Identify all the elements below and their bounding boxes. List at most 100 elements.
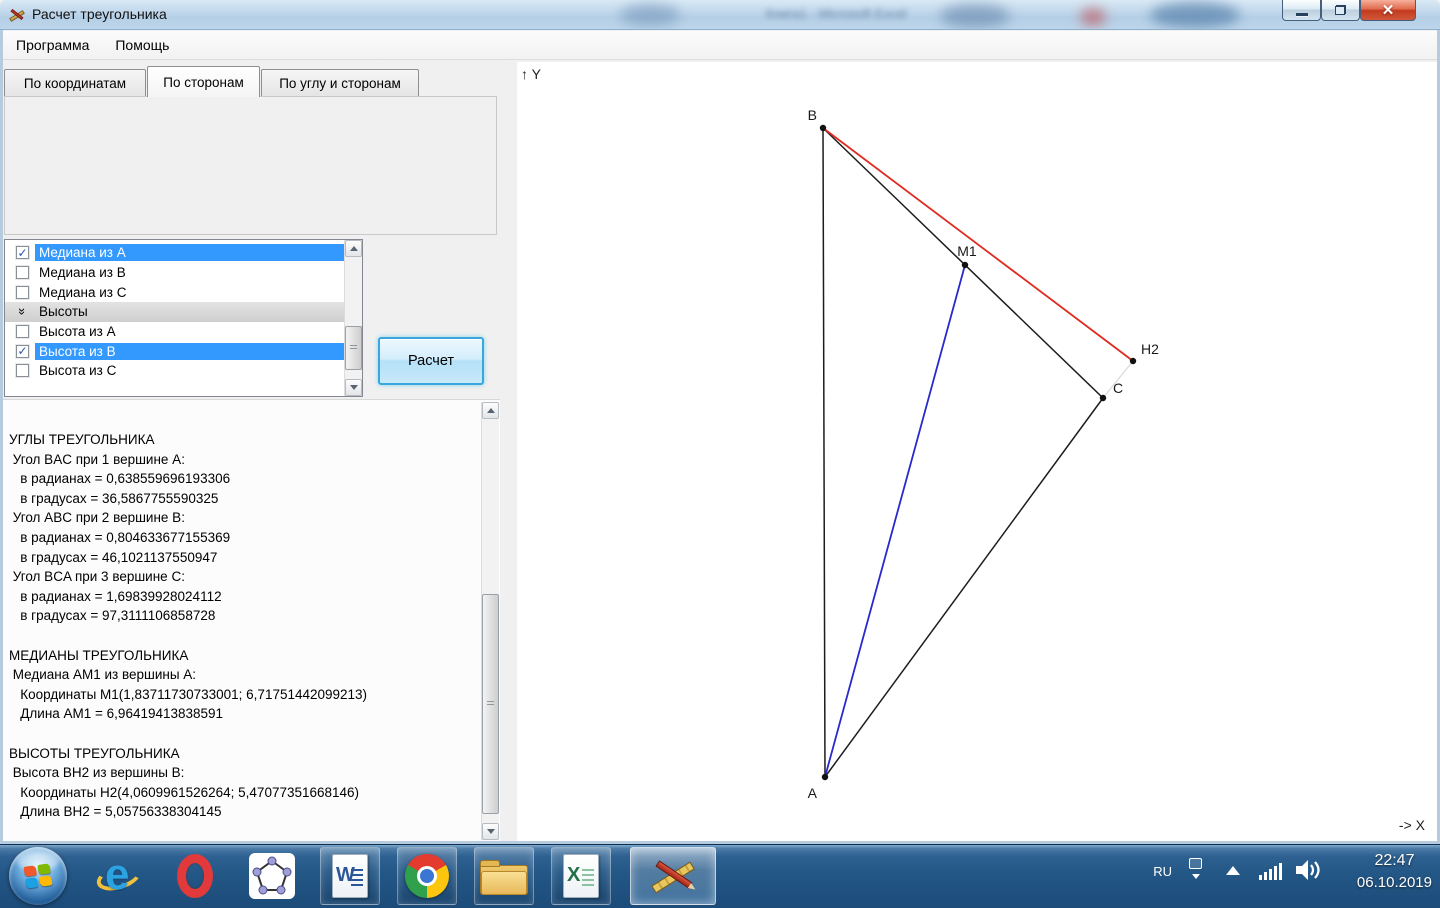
results-panel: УГЛЫ ТРЕУГОЛЬНИКА Угол BAC при 1 вершине…	[3, 399, 500, 841]
word-icon: W	[332, 854, 368, 898]
tab-by-coordinates[interactable]: По координатам	[4, 69, 146, 97]
window-title: Расчет треугольника	[32, 6, 167, 22]
results-line: Высота BH2 из вершины B:	[9, 765, 185, 781]
close-button[interactable]: ✕	[1360, 0, 1416, 21]
checkbox-unchecked[interactable]	[16, 285, 29, 299]
list-item[interactable]: Медиана из B	[5, 263, 344, 283]
chrome-icon	[405, 854, 449, 898]
background-window-title: Книга1 - Microsoft Excel	[766, 6, 907, 21]
scroll-up-button[interactable]	[482, 402, 499, 419]
down-arrow-icon	[349, 385, 358, 390]
taskbar-triangle-app-active[interactable]	[630, 847, 716, 905]
vertex-point-A	[821, 773, 829, 781]
vertex-point-M1	[961, 261, 969, 269]
results-line: Длина BH2 = 5,05756338304145	[9, 804, 222, 820]
results-line: Координаты M1(1,83711730733001; 6,717514…	[9, 686, 368, 702]
median-A-M1	[824, 264, 966, 778]
network-signal-icon[interactable]	[1259, 862, 1282, 880]
background-blur	[1150, 2, 1240, 28]
input-method-caret-icon	[1192, 874, 1200, 879]
scrollbar-thumb[interactable]	[345, 326, 362, 370]
checkbox-unchecked[interactable]	[16, 325, 29, 339]
list-item-label: Медиана из A	[35, 244, 344, 262]
folder-icon	[480, 857, 528, 895]
geogebra-icon	[249, 853, 295, 899]
checkbox-unchecked[interactable]	[16, 364, 29, 378]
input-method-icon[interactable]	[1189, 858, 1202, 869]
results-line: в градусах = 36,5867755590325	[9, 490, 219, 506]
scroll-up-button[interactable]	[345, 240, 362, 257]
vertex-label-H2: H2	[1141, 341, 1159, 357]
list-item-label: Медиана из B	[39, 265, 126, 281]
results-scrollbar[interactable]	[481, 402, 499, 840]
results-line: Угол ABC при 2 вершине B:	[9, 510, 185, 526]
results-line: в радианах = 1,69839928024112	[9, 588, 222, 604]
options-listbox: ✓ Медиана из A Медиана из B Медиана из C » Вы…	[4, 239, 363, 397]
triangle-app-icon	[648, 855, 698, 897]
clock-time: 22:47	[1374, 852, 1415, 869]
minimize-button[interactable]	[1282, 0, 1321, 21]
taskbar-internet-explorer[interactable]: e	[88, 847, 150, 905]
results-text: УГЛЫ ТРЕУГОЛЬНИКА Угол BAC при 1 вершине…	[9, 430, 478, 822]
list-group-header[interactable]: » Высоты	[5, 302, 344, 322]
y-axis-label: ↑ Y	[521, 66, 541, 82]
scroll-down-button[interactable]	[482, 823, 499, 840]
list-item[interactable]: ✓ Медиана из A	[5, 243, 344, 263]
list-item-label: Высота из C	[39, 363, 117, 379]
language-indicator[interactable]: RU	[1153, 864, 1172, 879]
results-line: Координаты H2(4,0609961526264; 5,4707735…	[9, 784, 360, 800]
app-icon	[8, 6, 26, 24]
x-axis-label: -> X	[1398, 817, 1425, 833]
start-button[interactable]	[9, 847, 67, 905]
double-chevron-icon: »	[15, 308, 30, 316]
menu-program[interactable]: Программа	[3, 33, 102, 57]
tab-by-sides[interactable]: По сторонам	[147, 66, 260, 97]
background-blur	[620, 4, 680, 26]
list-item[interactable]: Высота из C	[5, 361, 344, 381]
scroll-down-button[interactable]	[345, 379, 362, 396]
taskbar-excel[interactable]: X	[551, 847, 611, 905]
checkbox-unchecked[interactable]	[16, 266, 29, 280]
listbox-scrollbar[interactable]	[344, 240, 362, 396]
list-item[interactable]: Медиана из C	[5, 282, 344, 302]
results-line: Угол BAC при 1 вершине A:	[9, 451, 185, 467]
sides-form-panel	[4, 96, 497, 235]
height-B-H2	[822, 127, 1134, 362]
results-line	[9, 626, 478, 646]
scrollbar-thumb[interactable]	[482, 594, 499, 814]
taskbar-word[interactable]: W	[320, 847, 380, 905]
taskbar-geogebra[interactable]	[241, 847, 303, 905]
restore-icon	[1335, 5, 1346, 15]
taskbar-file-explorer[interactable]	[474, 847, 534, 905]
results-line: ВЫСОТЫ ТРЕУГОЛЬНИКА	[9, 745, 180, 761]
menubar: Программа Помощь	[3, 31, 1437, 60]
triangle-drawing: A B C M1 H2	[808, 107, 1159, 801]
tab-by-angle-and-sides[interactable]: По углу и сторонам	[261, 69, 419, 97]
checkbox-checked[interactable]: ✓	[16, 344, 29, 358]
side-AC	[824, 397, 1104, 778]
list-item-label: Высоты	[39, 304, 88, 320]
list-item[interactable]: ✓ Высота из B	[5, 341, 344, 361]
list-item-label: Медиана из C	[39, 284, 127, 300]
excel-icon: X	[563, 854, 599, 898]
vertex-point-B	[819, 124, 827, 132]
clock[interactable]: 22:47 06.10.2019	[1357, 852, 1432, 891]
volume-icon[interactable]	[1294, 858, 1322, 885]
taskbar-chrome[interactable]	[397, 847, 457, 905]
menu-help[interactable]: Помощь	[102, 33, 182, 57]
vertex-point-C	[1099, 394, 1107, 402]
results-line: МЕДИАНЫ ТРЕУГОЛЬНИКА	[9, 647, 189, 663]
list-item-label: Высота из B	[35, 342, 344, 360]
restore-button[interactable]	[1321, 0, 1360, 21]
side-AB	[822, 127, 826, 778]
checkbox-checked[interactable]: ✓	[16, 246, 29, 260]
opera-icon	[177, 854, 213, 898]
taskbar-opera[interactable]	[164, 847, 226, 905]
show-hidden-icons-button[interactable]	[1226, 866, 1240, 875]
results-line: в радианах = 0,804633677155369	[9, 529, 231, 545]
list-item[interactable]: Высота из A	[5, 322, 344, 342]
up-arrow-icon	[486, 408, 495, 413]
calculate-button[interactable]: Расчет	[378, 337, 484, 385]
results-line: УГЛЫ ТРЕУГОЛЬНИКА	[9, 432, 155, 447]
vertex-label-C: C	[1113, 380, 1123, 396]
